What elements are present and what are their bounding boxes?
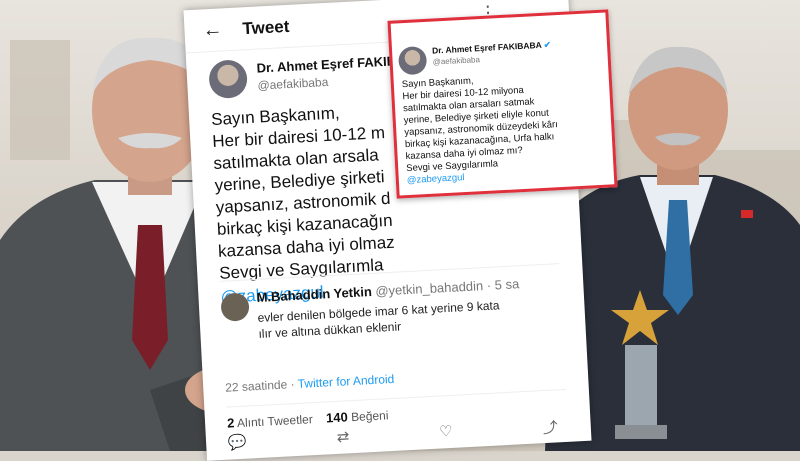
reply-icon[interactable]: 💬: [228, 433, 248, 455]
like-label[interactable]: Beğeni: [351, 408, 389, 424]
back-arrow-icon[interactable]: ←: [202, 18, 223, 42]
inset-author-handle: @aefakibaba: [432, 55, 481, 67]
like-icon[interactable]: ♡: [439, 422, 454, 444]
highlighted-tweet-card: Dr. Ahmet Eşref FAKIBABA ✔ @aefakibaba S…: [387, 9, 618, 199]
reply-avatar[interactable]: [220, 292, 250, 322]
inset-author-avatar: [397, 45, 428, 76]
quote-label[interactable]: Alıntı Tweetler: [237, 412, 313, 430]
page-title: Tweet: [242, 16, 290, 39]
tweet-meta: 22 saatinde · Twitter for Android: [225, 372, 395, 395]
inset-author-name: Dr. Ahmet Eşref FAKIBABA ✔: [432, 39, 551, 56]
retweet-icon[interactable]: ⇄: [336, 427, 350, 449]
tweet-source-link[interactable]: Twitter for Android: [297, 372, 394, 391]
inset-tweet-body: Sayın Başkanım, Her bir dairesi 10-12 mi…: [402, 69, 612, 188]
author-handle[interactable]: @aefakibaba: [257, 75, 329, 93]
tweet-time: 22 saatinde ·: [224, 376, 299, 395]
quote-count: 2: [226, 415, 235, 431]
verified-badge-icon: ✔: [543, 39, 552, 50]
share-icon[interactable]: ⤴: [542, 416, 558, 438]
author-avatar[interactable]: [208, 59, 249, 100]
like-count: 140: [325, 409, 349, 426]
inset-author-name-text: Dr. Ahmet Eşref FAKIBABA: [431, 39, 542, 56]
inset-tweet-text: Sayın Başkanım, Her bir dairesi 10-12 mi…: [401, 75, 559, 175]
